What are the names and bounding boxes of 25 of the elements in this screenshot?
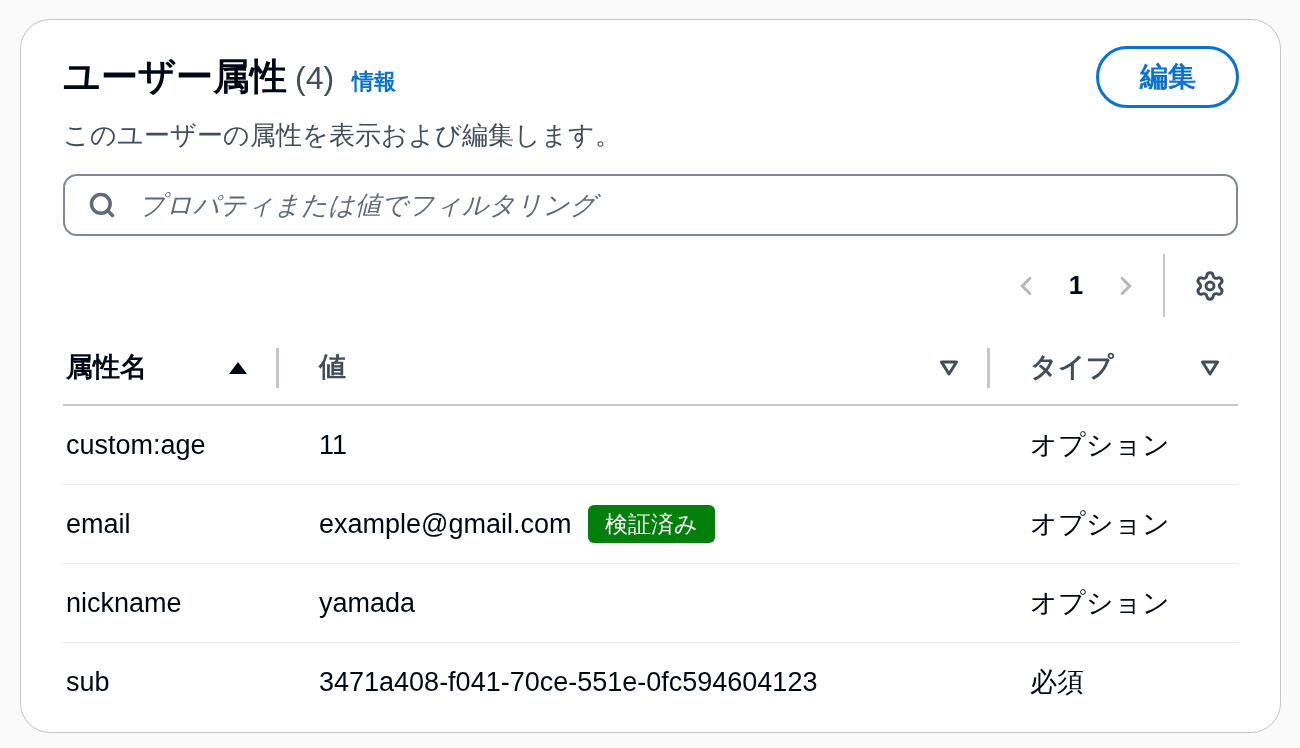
table-cell-text: custom:age (66, 428, 206, 462)
table-cell-text: オプション (1030, 428, 1170, 462)
settings-icon (1194, 269, 1226, 302)
table-cell-text: yamada (319, 586, 416, 620)
column-header[interactable]: タイプ (1030, 347, 1200, 388)
page-number-button[interactable]: 1 (1066, 266, 1086, 305)
table-cell-text: 必須 (1030, 666, 1084, 700)
column-header[interactable]: 値 (319, 347, 939, 388)
table-cell-text: nickname (66, 586, 182, 620)
card-title: ユーザー属性 (63, 54, 287, 99)
attribute-count: (4) (295, 58, 335, 98)
filter-input-field[interactable]: プロパティまたは値でフィルタリング (63, 174, 1238, 236)
card-description: このユーザーの属性を表示および編集します。 (63, 120, 622, 150)
edit-button[interactable]: 編集 (1096, 46, 1239, 108)
table-cell-text: example@gmail.com (319, 507, 572, 541)
table-cell-text: 3471a408-f041-70ce-551e-0fc594604123 (319, 666, 818, 700)
table-cell-text: sub (66, 666, 110, 700)
table-cell-text: オプション (1030, 586, 1170, 620)
info-link[interactable]: 情報 (352, 64, 397, 98)
search-icon (88, 191, 116, 219)
table-cell-text: 11 (319, 428, 348, 462)
table-cell-text: オプション (1030, 507, 1170, 541)
column-header[interactable]: 属性名 (66, 347, 228, 388)
table-cell-text: email (66, 507, 131, 541)
verified-badge: 検証済み (587, 505, 715, 543)
